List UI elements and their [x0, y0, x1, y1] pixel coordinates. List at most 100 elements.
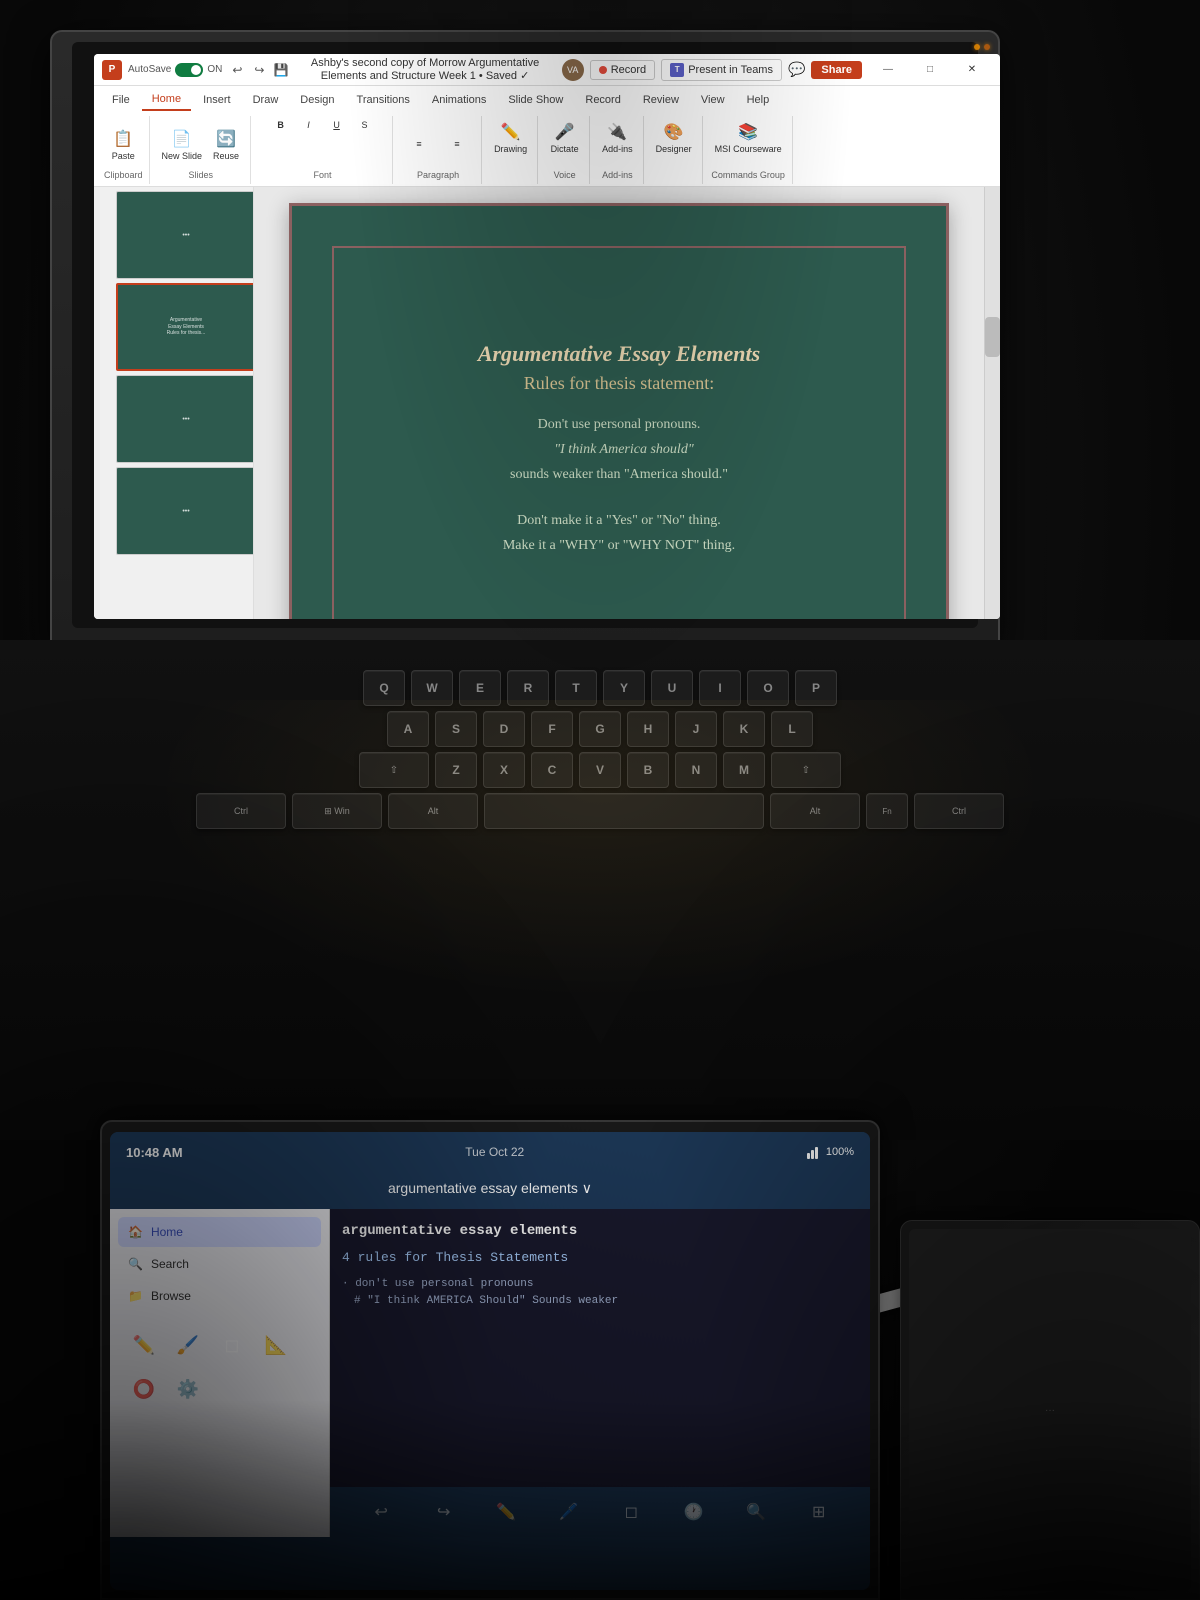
ios-note-area: argumentative essay elements 4 rules for… [330, 1209, 870, 1537]
font-label: Font [314, 170, 332, 182]
ios-left-panel: 🏠 Home 🔍 Search 📁 Browse ✏️ 🖌️ ◻ 📐 [110, 1209, 330, 1537]
new-slide-button[interactable]: 📄 New Slide [158, 125, 207, 163]
bold-button[interactable]: B [269, 118, 293, 132]
voice-label: Voice [554, 170, 576, 182]
share-button[interactable]: Share [811, 61, 862, 79]
record-button[interactable]: Record [590, 60, 655, 80]
autosave-area: AutoSave ON [128, 63, 222, 77]
ios-undo-button[interactable]: ↩ [365, 1496, 397, 1528]
ios-bottom-toolbar: ↩ ↪ ✏️ 🖊️ ◻ 🕐 🔍 ⊞ [330, 1487, 870, 1537]
commands-label: Commands Group [711, 170, 785, 182]
tab-insert[interactable]: Insert [193, 90, 241, 110]
window-controls: — □ ✕ [868, 59, 992, 81]
browse-icon: 📁 [128, 1289, 143, 1303]
strikethrough-button[interactable]: S [353, 118, 377, 132]
tab-design[interactable]: Design [290, 90, 344, 110]
tab-help[interactable]: Help [737, 90, 780, 110]
ios-ruler-tool[interactable]: 📐 [258, 1327, 294, 1363]
scroll-thumb[interactable] [985, 317, 1000, 357]
align-left-button[interactable]: ≡ [401, 137, 437, 151]
share-label: Share [821, 64, 852, 76]
main-slide[interactable]: Argumentative Essay Elements Rules for t… [289, 203, 949, 619]
reuse-slides-button[interactable]: 🔄 Reuse [208, 125, 244, 163]
ios-note-content: argumentative essay elements 4 rules for… [330, 1209, 870, 1323]
ios-pencil-tool[interactable]: ✏️ [126, 1327, 162, 1363]
designer-button[interactable]: 🎨 Designer [652, 118, 696, 156]
home-icon: 🏠 [128, 1225, 143, 1239]
slide-thumb-37[interactable]: 37 ••• [116, 375, 254, 463]
ribbon-group-font: B I U S Font [253, 116, 393, 184]
autosave-toggle[interactable] [175, 63, 203, 77]
ribbon-content: 📋 Paste Clipboard 📄 New Slide [94, 114, 1000, 186]
tab-view[interactable]: View [691, 90, 735, 110]
paste-icon: 📋 [111, 127, 135, 151]
tab-slideshow[interactable]: Slide Show [498, 90, 573, 110]
tab-animations[interactable]: Animations [422, 90, 496, 110]
tab-home[interactable]: Home [142, 89, 191, 111]
tab-file[interactable]: File [102, 90, 140, 110]
slide-line-2: "I think America should" [513, 439, 735, 461]
slide-thumb-36[interactable]: 36 ArgumentativeEssay ElementsRules for … [116, 283, 254, 371]
powerpoint-window: P AutoSave ON ↩ ↪ 💾 Ashby's second copy … [94, 54, 1000, 619]
ios-settings-tool[interactable]: ⚙️ [170, 1371, 206, 1407]
chat-icon[interactable]: 💬 [788, 61, 805, 78]
slide-thumbnail-panel[interactable]: 35 ••• 36 ArgumentativeEssay ElementsRul… [94, 187, 254, 619]
ios-lasso-tool[interactable]: ⭕ [126, 1371, 162, 1407]
reuse-slides-icon: 🔄 [214, 127, 238, 151]
clipboard-buttons: 📋 Paste [105, 118, 141, 170]
ribbon-group-msi: 📚 MSI Courseware Commands Group [705, 116, 793, 184]
ios-brush-tool[interactable]: 🖌️ [170, 1327, 206, 1363]
ios-nav-browse[interactable]: 📁 Browse [118, 1281, 321, 1311]
ios-note-body: · don't use personal pronouns # "I think… [342, 1276, 858, 1311]
ribbon-group-slides: 📄 New Slide 🔄 Reuse Slides [152, 116, 252, 184]
msi-courseware-button[interactable]: 📚 MSI Courseware [711, 118, 786, 156]
ios-nav-home[interactable]: 🏠 Home [118, 1217, 321, 1247]
italic-button[interactable]: I [297, 118, 321, 132]
ios-eraser-tool[interactable]: ◻ [214, 1327, 250, 1363]
tablet-right-content: ··· [909, 1229, 1191, 1591]
ios-pen-button[interactable]: ✏️ [490, 1496, 522, 1528]
record-icon [599, 66, 607, 74]
ios-window-button[interactable]: ⊞ [803, 1496, 835, 1528]
slide-title: Argumentative Essay Elements [478, 341, 760, 367]
clipboard-label: Clipboard [104, 170, 143, 182]
ios-redo-button[interactable]: ↪ [428, 1496, 460, 1528]
ios-clock-button[interactable]: 🕐 [678, 1496, 710, 1528]
slide-thumb-38[interactable]: 38 ••• [116, 467, 254, 555]
autosave-label: AutoSave [128, 64, 171, 75]
led-1 [974, 44, 980, 50]
ios-highlight-button[interactable]: 🖊️ [553, 1496, 585, 1528]
ios-app-header: argumentative essay elements ∨ [110, 1172, 870, 1209]
paste-button[interactable]: 📋 Paste [105, 125, 141, 163]
ios-app-title: argumentative essay elements ∨ [126, 1176, 854, 1201]
autosave-state: ON [207, 64, 222, 75]
ios-search-bottom-button[interactable]: 🔍 [740, 1496, 772, 1528]
dictate-button[interactable]: 🎤 Dictate [547, 118, 583, 156]
redo-icon[interactable]: ↪ [252, 63, 266, 77]
drawing-button[interactable]: ✏️ Drawing [490, 118, 531, 156]
slide-gap [503, 490, 735, 510]
ios-eraser-bottom-button[interactable]: ◻ [615, 1496, 647, 1528]
close-button[interactable]: ✕ [952, 59, 992, 81]
tab-record[interactable]: Record [575, 90, 630, 110]
tablet-right: ··· [900, 1220, 1200, 1600]
present-in-teams-button[interactable]: T Present in Teams [661, 59, 782, 81]
quicksave-icon[interactable]: 💾 [274, 63, 288, 77]
undo-icon[interactable]: ↩ [230, 63, 244, 77]
slide-thumb-35[interactable]: 35 ••• [116, 191, 254, 279]
tab-transitions[interactable]: Transitions [347, 90, 420, 110]
tab-draw[interactable]: Draw [243, 90, 289, 110]
window-title: Ashby's second copy of Morrow Argumentat… [288, 57, 561, 82]
maximize-button[interactable]: □ [910, 59, 950, 81]
underline-button[interactable]: U [325, 118, 349, 132]
title-bar-icons: ↩ ↪ 💾 [230, 63, 288, 77]
tab-review[interactable]: Review [633, 90, 689, 110]
align-center-button[interactable]: ≡ [439, 137, 475, 151]
tablet: 10:48 AM Tue Oct 22 100% argumentative e… [100, 1120, 880, 1600]
addins-button[interactable]: 🔌 Add-ins [598, 118, 637, 156]
minimize-button[interactable]: — [868, 59, 908, 81]
ios-nav-search[interactable]: 🔍 Search [118, 1249, 321, 1279]
ios-note-line-2: # "I think AMERICA Should" Sounds weaker [354, 1293, 858, 1311]
scroll-bar[interactable] [984, 187, 1000, 619]
tablet-screen: 10:48 AM Tue Oct 22 100% argumentative e… [110, 1132, 870, 1590]
